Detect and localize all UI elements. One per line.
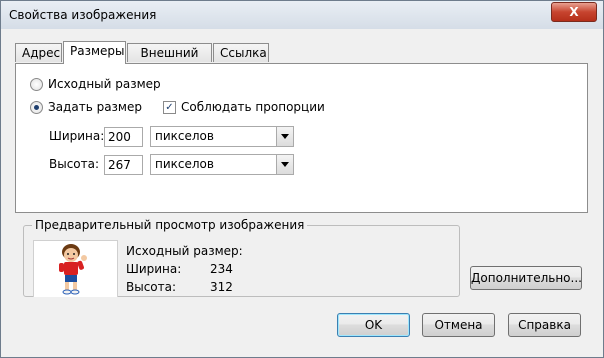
dialog-title: Свойства изображения — [9, 8, 157, 22]
custom-size-label: Задать размер — [48, 100, 142, 114]
close-button[interactable]: X — [551, 2, 597, 22]
height-unit-select[interactable]: пикселов — [150, 154, 294, 175]
original-size-label: Исходный размер — [48, 77, 161, 91]
ok-button[interactable]: OK — [337, 313, 410, 337]
preview-width-value: 234 — [210, 262, 233, 276]
width-unit-value: пикселов — [155, 129, 214, 143]
chevron-down-icon — [276, 155, 293, 174]
custom-size-radio[interactable] — [30, 101, 43, 114]
preview-original-size-label: Исходный размер: — [126, 244, 243, 258]
keep-ratio-label: Соблюдать пропорции — [181, 100, 325, 114]
height-unit-value: пикселов — [155, 157, 214, 171]
tab-appearance[interactable]: Внешний вид — [127, 43, 212, 79]
original-size-radio[interactable] — [30, 78, 43, 91]
height-label: Высота: — [49, 157, 100, 171]
preview-height-label: Высота: — [126, 280, 177, 294]
width-unit-select[interactable]: пикселов — [150, 126, 294, 147]
dimensions-panel: Исходный размер Задать размер ✓ Соблюдат… — [15, 63, 588, 213]
preview-groupbox: Предварительный просмотр изображения Исх… — [23, 218, 460, 297]
title-bar: Свойства изображения X — [1, 1, 603, 29]
width-label: Ширина: — [49, 129, 105, 143]
boy-image — [59, 244, 87, 295]
preview-height-value: 312 — [210, 280, 233, 294]
cancel-button[interactable]: Отмена — [422, 313, 495, 337]
preview-frame — [33, 240, 118, 297]
chevron-down-icon — [276, 127, 293, 146]
image-properties-dialog: Свойства изображения X Адрес Размеры Вне… — [0, 0, 604, 358]
tab-dimensions[interactable]: Размеры — [63, 41, 126, 64]
preview-width-label: Ширина: — [126, 262, 182, 276]
keep-ratio-checkbox[interactable]: ✓ — [163, 101, 176, 114]
tab-address[interactable]: Адрес — [15, 43, 62, 62]
height-input[interactable]: 267 — [104, 155, 143, 175]
preview-title: Предварительный просмотр изображения — [32, 218, 308, 232]
help-button[interactable]: Справка — [508, 313, 581, 337]
tab-link[interactable]: Ссылка — [213, 43, 269, 62]
advanced-button[interactable]: Дополнительно... — [470, 266, 582, 290]
width-input[interactable]: 200 — [104, 127, 143, 147]
